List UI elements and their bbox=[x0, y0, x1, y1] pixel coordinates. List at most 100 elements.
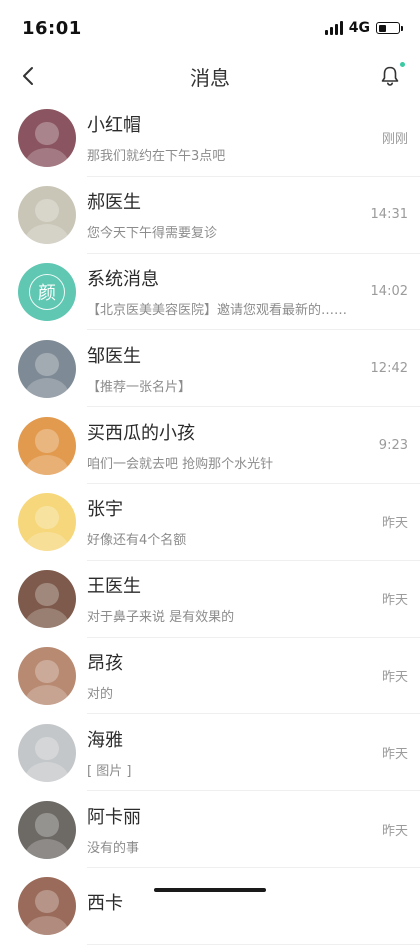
avatar-shoulders bbox=[24, 454, 70, 475]
avatar-silhouette bbox=[35, 506, 59, 530]
battery-icon bbox=[376, 22, 403, 34]
avatar-shoulders bbox=[24, 608, 70, 629]
avatar-silhouette bbox=[35, 813, 59, 837]
message-time: 昨天 bbox=[381, 823, 408, 839]
message-body: 邹医生 【推荐一张名片】 12:42 bbox=[87, 330, 420, 408]
message-body: 西卡 bbox=[87, 868, 420, 945]
message-preview: 好像还有4个名额 bbox=[87, 533, 187, 549]
message-text: 王医生 对于鼻子来说 是有效果的 bbox=[87, 572, 374, 625]
message-text: 张宇 好像还有4个名额 bbox=[87, 495, 374, 548]
status-indicators: 4G bbox=[324, 20, 403, 36]
message-preview: 对的 bbox=[87, 686, 114, 702]
message-item[interactable]: 西卡 bbox=[0, 868, 420, 945]
contact-name: 海雅 bbox=[87, 729, 123, 751]
message-time: 9:23 bbox=[378, 437, 408, 453]
avatar bbox=[18, 800, 76, 859]
avatar-shoulders bbox=[24, 224, 70, 245]
notification-button[interactable] bbox=[376, 62, 405, 90]
message-text: 系统消息 【北京医美美容医院】邀请您观看最新的…… bbox=[87, 265, 363, 318]
message-preview: 对于鼻子来说 是有效果的 bbox=[87, 610, 235, 626]
avatar-silhouette bbox=[35, 659, 59, 683]
avatar-shoulders bbox=[24, 685, 70, 705]
message-body: 昂孩 对的 昨天 bbox=[87, 638, 420, 715]
message-body: 王医生 对于鼻子来说 是有效果的 昨天 bbox=[87, 561, 420, 638]
avatar-shoulders bbox=[24, 531, 70, 552]
message-item[interactable]: 张宇 好像还有4个名额 昨天 bbox=[0, 484, 420, 561]
avatar-silhouette bbox=[35, 736, 59, 760]
message-item[interactable]: 买西瓜的小孩 咱们一会就去吧 抢购那个水光针 9:23 bbox=[0, 407, 420, 484]
chevron-left-icon bbox=[23, 67, 33, 85]
message-body: 郝医生 您今天下午得需要复诊 14:31 bbox=[87, 177, 420, 254]
message-time: 昨天 bbox=[381, 746, 408, 762]
message-preview: 那我们就约在下午3点吧 bbox=[87, 149, 226, 165]
avatar-silhouette bbox=[35, 122, 59, 146]
avatar-shoulders bbox=[24, 915, 70, 936]
avatar-silhouette bbox=[35, 582, 59, 607]
message-body: 小红帽 那我们就约在下午3点吧 刚刚 bbox=[87, 100, 420, 177]
message-item[interactable]: 小红帽 那我们就约在下午3点吧 刚刚 bbox=[0, 100, 420, 177]
avatar-silhouette bbox=[35, 352, 59, 376]
avatar-silhouette bbox=[35, 198, 59, 223]
message-preview: 【推荐一张名片】 bbox=[87, 379, 192, 395]
avatar-shoulders bbox=[24, 378, 70, 398]
message-body: 海雅 [ 图片 ] 昨天 bbox=[87, 714, 420, 792]
avatar-silhouette bbox=[35, 429, 59, 453]
message-preview: [ 图片 ] bbox=[87, 763, 132, 779]
message-preview: 【北京医美美容医院】邀请您观看最新的…… bbox=[87, 302, 348, 318]
message-body: 系统消息 【北京医美美容医院】邀请您观看最新的…… 14:02 bbox=[87, 254, 420, 331]
page-title: 消息 bbox=[190, 65, 230, 90]
message-text: 海雅 [ 图片 ] bbox=[87, 726, 374, 779]
message-item[interactable]: 昂孩 对的 昨天 bbox=[0, 638, 420, 715]
home-indicator bbox=[154, 888, 266, 892]
message-item[interactable]: 郝医生 您今天下午得需要复诊 14:31 bbox=[0, 177, 420, 254]
contact-name: 张宇 bbox=[87, 499, 123, 521]
message-item[interactable]: 王医生 对于鼻子来说 是有效果的 昨天 bbox=[0, 561, 420, 638]
avatar-silhouette bbox=[35, 890, 59, 914]
message-body: 阿卡丽 没有的事 昨天 bbox=[87, 791, 420, 868]
avatar bbox=[18, 109, 76, 168]
avatar-shoulders bbox=[24, 762, 70, 782]
contact-name: 买西瓜的小孩 bbox=[87, 422, 195, 444]
contact-name: 小红帽 bbox=[87, 115, 141, 137]
message-text: 阿卡丽 没有的事 bbox=[87, 803, 374, 856]
message-time: 12:42 bbox=[370, 360, 408, 376]
avatar bbox=[18, 723, 76, 782]
message-item[interactable]: 海雅 [ 图片 ] 昨天 bbox=[0, 714, 420, 792]
message-body: 张宇 好像还有4个名额 昨天 bbox=[87, 484, 420, 561]
avatar: 颜 bbox=[18, 262, 76, 321]
nav-bar: 消息 bbox=[0, 56, 420, 96]
message-text: 郝医生 您今天下午得需要复诊 bbox=[87, 188, 363, 241]
contact-name: 王医生 bbox=[87, 576, 141, 598]
message-preview: 咱们一会就去吧 抢购那个水光针 bbox=[87, 456, 274, 472]
system-logo-glyph: 颜 bbox=[38, 282, 56, 304]
avatar bbox=[18, 339, 76, 398]
network-type: 4G bbox=[348, 20, 370, 36]
bell-icon bbox=[381, 66, 399, 86]
system-logo-ring: 颜 bbox=[29, 273, 65, 310]
message-preview: 您今天下午得需要复诊 bbox=[87, 226, 218, 242]
message-text: 邹医生 【推荐一张名片】 bbox=[87, 342, 363, 395]
status-bar: 16:01 4G bbox=[0, 0, 420, 56]
message-text: 昂孩 对的 bbox=[87, 649, 374, 702]
message-text: 买西瓜的小孩 咱们一会就去吧 抢购那个水光针 bbox=[87, 419, 371, 472]
unread-dot bbox=[400, 62, 405, 67]
message-item[interactable]: 阿卡丽 没有的事 昨天 bbox=[0, 791, 420, 868]
message-item[interactable]: 邹医生 【推荐一张名片】 12:42 bbox=[0, 330, 420, 408]
avatar bbox=[18, 416, 76, 475]
message-text: 西卡 bbox=[87, 889, 400, 923]
message-time: 昨天 bbox=[381, 669, 408, 685]
avatar-shoulders bbox=[24, 147, 70, 168]
contact-name: 郝医生 bbox=[87, 192, 141, 214]
contact-name: 系统消息 bbox=[87, 268, 159, 290]
avatar bbox=[18, 646, 76, 705]
avatar-shoulders bbox=[24, 838, 70, 859]
contact-name: 昂孩 bbox=[87, 652, 123, 674]
signal-icon bbox=[324, 21, 343, 35]
message-item[interactable]: 颜 系统消息 【北京医美美容医院】邀请您观看最新的…… 14:02 bbox=[0, 254, 420, 331]
avatar bbox=[18, 877, 76, 936]
message-preview: 没有的事 bbox=[87, 840, 140, 856]
message-list: 小红帽 那我们就约在下午3点吧 刚刚 郝医生 您今天下午得需要复诊 14:31 … bbox=[0, 100, 420, 945]
contact-name: 西卡 bbox=[87, 892, 123, 914]
avatar bbox=[18, 186, 76, 245]
back-button[interactable] bbox=[14, 62, 42, 90]
